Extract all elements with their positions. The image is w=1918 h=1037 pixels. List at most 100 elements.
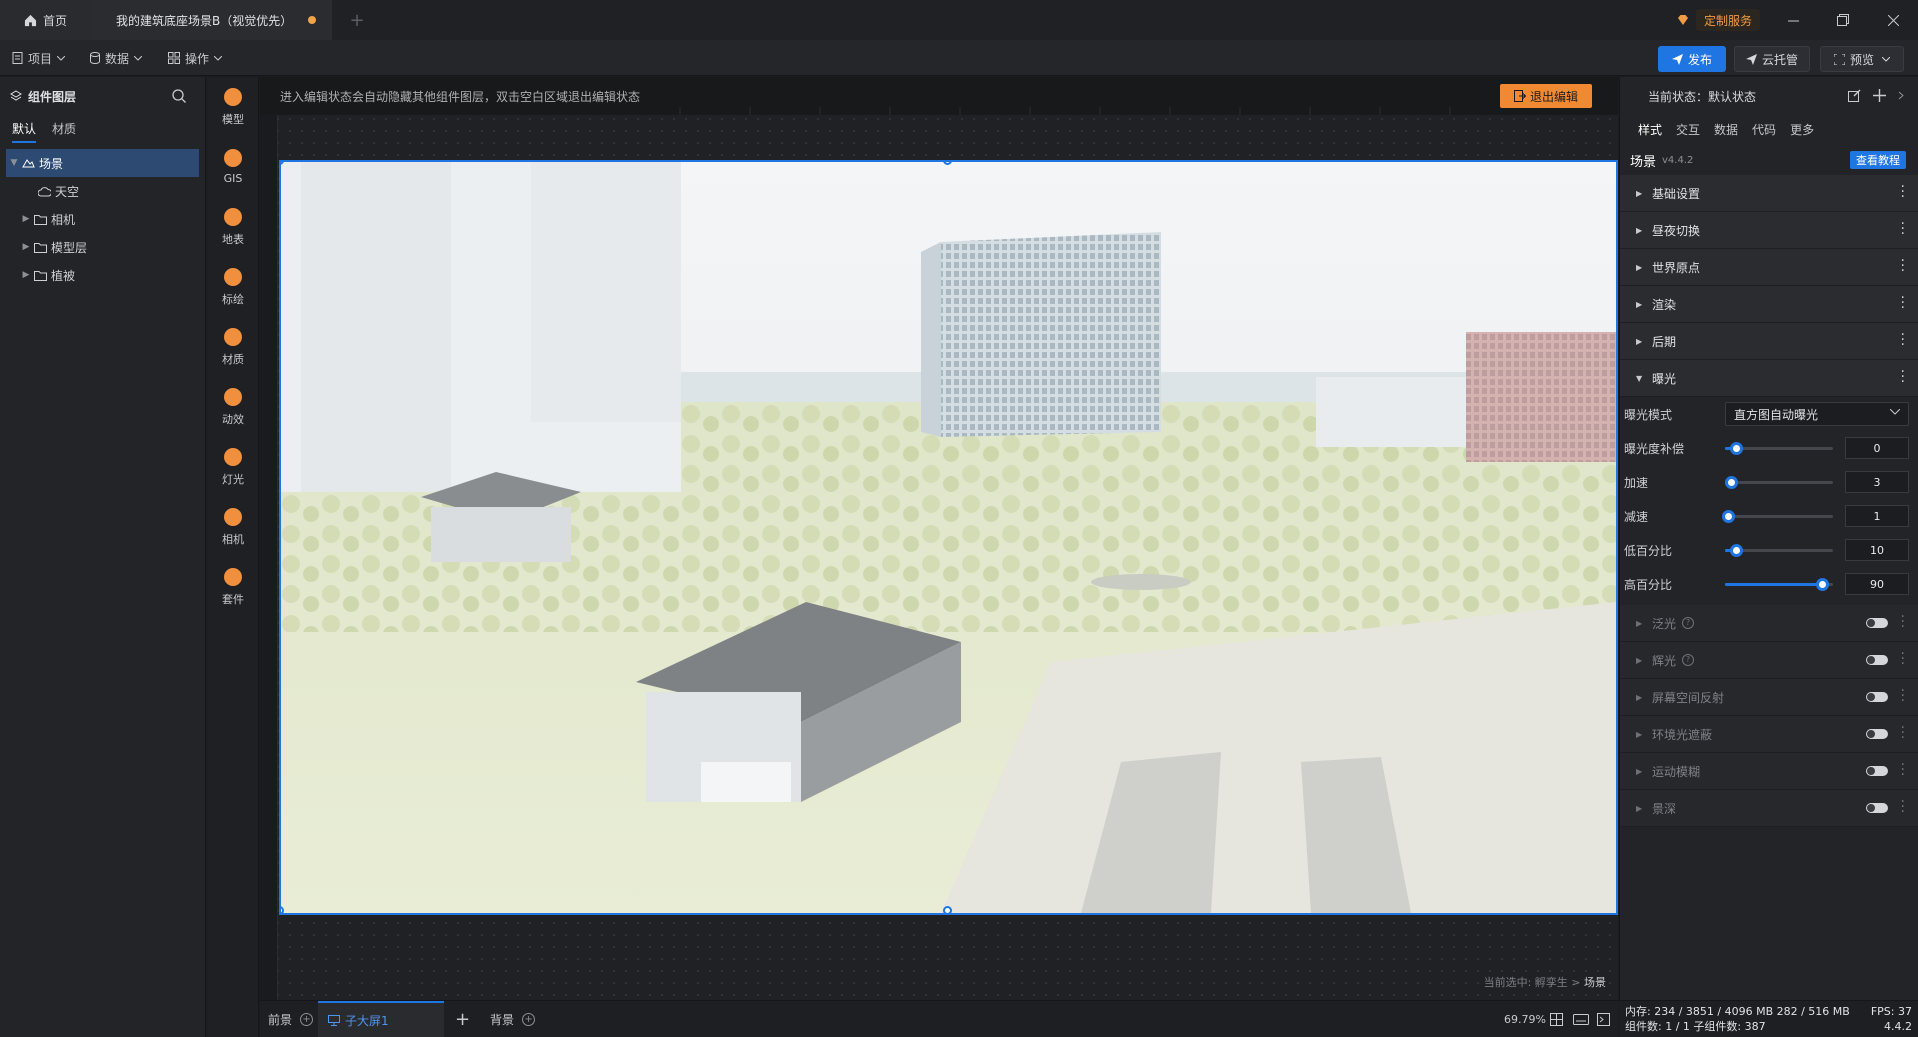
tab-interaction[interactable]: 交互 xyxy=(1676,115,1700,145)
exit-edit-button[interactable]: 退出编辑 xyxy=(1500,84,1592,108)
search-icon[interactable] xyxy=(172,89,186,103)
slider-knob[interactable] xyxy=(1722,510,1736,523)
component-terrain[interactable]: 地表 xyxy=(207,197,259,257)
slider-knob[interactable] xyxy=(1725,476,1739,489)
section-exposure[interactable]: ▼ 曝光 · · · xyxy=(1620,360,1918,397)
section-disabled[interactable]: ▶ 泛光? · · · xyxy=(1620,605,1918,642)
minimize-button[interactable] xyxy=(1770,0,1816,40)
section-post-process[interactable]: ▶ 后期 · · · xyxy=(1620,323,1918,360)
slider-knob[interactable] xyxy=(1816,578,1830,591)
more-vertical-icon[interactable]: · · · xyxy=(1901,217,1906,241)
section-day-night[interactable]: ▶ 昼夜切换 · · · xyxy=(1620,212,1918,249)
section-toggle[interactable] xyxy=(1866,803,1888,813)
more-vertical-icon[interactable]: · · · xyxy=(1901,254,1906,278)
component-effect[interactable]: 动效 xyxy=(207,377,259,437)
component-camera[interactable]: 相机 xyxy=(207,497,259,557)
tab-foreground[interactable]: 前景 + xyxy=(268,1001,314,1037)
more-vertical-icon[interactable]: · · · xyxy=(1901,684,1906,708)
tree-item-camera[interactable]: ▶ 相机 xyxy=(0,205,205,233)
expand-arrow-icon[interactable]: ▶ xyxy=(18,242,34,252)
component-kit[interactable]: 套件 xyxy=(207,557,259,617)
restore-button[interactable] xyxy=(1820,0,1866,40)
menu-operation[interactable]: 操作 xyxy=(168,48,227,68)
more-vertical-icon[interactable]: · · · xyxy=(1901,180,1906,204)
slider-knob[interactable] xyxy=(1729,442,1743,455)
tab-data[interactable]: 数据 xyxy=(1714,115,1738,145)
section-render[interactable]: ▶ 渲染 · · · xyxy=(1620,286,1918,323)
slider-track[interactable] xyxy=(1722,510,1833,523)
expand-arrow-icon[interactable]: ▶ xyxy=(18,270,34,280)
terminal-icon[interactable] xyxy=(1597,1013,1610,1026)
section-toggle[interactable] xyxy=(1866,618,1888,628)
tree-item-sky[interactable]: 天空 xyxy=(0,177,205,205)
chevron-right-icon[interactable] xyxy=(1898,89,1904,102)
tab-material[interactable]: 材质 xyxy=(52,115,76,143)
keyboard-icon[interactable] xyxy=(1573,1014,1589,1025)
tab-main-screen[interactable]: 子大屏1 xyxy=(318,1001,444,1037)
tree-item-vegetation[interactable]: ▶ 植被 xyxy=(0,261,205,289)
scene-viewport[interactable] xyxy=(279,160,1618,915)
tab-home[interactable]: 首页 xyxy=(0,0,92,40)
more-vertical-icon[interactable]: · · · xyxy=(1901,328,1906,352)
tab-style[interactable]: 样式 xyxy=(1638,115,1662,145)
slider-value-input[interactable]: 3 xyxy=(1845,471,1909,493)
tab-code[interactable]: 代码 xyxy=(1752,115,1776,145)
edit-icon[interactable] xyxy=(1848,89,1861,102)
component-marker[interactable]: 标绘 xyxy=(207,257,259,317)
slider-track[interactable] xyxy=(1725,578,1833,591)
menu-project[interactable]: 项目 xyxy=(12,48,70,68)
fit-screen-icon[interactable] xyxy=(1550,1013,1563,1026)
section-toggle[interactable] xyxy=(1866,729,1888,739)
add-foreground-icon[interactable]: + xyxy=(300,1013,314,1026)
add-background-icon[interactable]: + xyxy=(522,1013,536,1026)
component-light[interactable]: 灯光 xyxy=(207,437,259,497)
section-toggle[interactable] xyxy=(1866,655,1888,665)
add-icon[interactable] xyxy=(1873,89,1886,102)
tab-more[interactable]: 更多 xyxy=(1790,115,1814,145)
close-button[interactable] xyxy=(1870,0,1916,40)
section-toggle[interactable] xyxy=(1866,766,1888,776)
publish-button[interactable]: 发布 xyxy=(1658,46,1726,72)
tree-item-model-layer[interactable]: ▶ 模型层 xyxy=(0,233,205,261)
menu-data[interactable]: 数据 xyxy=(90,48,147,68)
zoom-level[interactable]: 69.79% xyxy=(1504,1013,1546,1026)
add-screen-button[interactable]: + xyxy=(455,1001,470,1037)
add-tab-button[interactable]: + xyxy=(342,0,372,40)
resize-handle-bl[interactable] xyxy=(281,906,284,913)
help-icon[interactable]: ? xyxy=(1682,617,1695,629)
tab-background[interactable]: 背景 + xyxy=(490,1001,536,1037)
custom-service-button[interactable]: 定制服务 xyxy=(1676,8,1761,32)
more-vertical-icon[interactable]: · · · xyxy=(1901,291,1906,315)
slider-value-input[interactable]: 10 xyxy=(1845,539,1909,561)
more-vertical-icon[interactable]: · · · xyxy=(1901,610,1906,634)
section-disabled[interactable]: ▶ 运动模糊 · · · xyxy=(1620,753,1918,790)
section-world-origin[interactable]: ▶ 世界原点 · · · xyxy=(1620,249,1918,286)
component-material[interactable]: 材质 xyxy=(207,317,259,377)
tab-document[interactable]: 我的建筑底座场景B（视觉优先） xyxy=(92,0,332,40)
more-vertical-icon[interactable]: · · · xyxy=(1901,721,1906,745)
slider-value-input[interactable]: 0 xyxy=(1845,437,1909,459)
resize-handle-bottom[interactable] xyxy=(943,906,952,913)
more-vertical-icon[interactable]: · · · xyxy=(1901,795,1906,819)
view-tutorial-button[interactable]: 查看教程 xyxy=(1850,151,1906,169)
component-model[interactable]: 模型 xyxy=(207,77,259,137)
more-vertical-icon[interactable]: · · · xyxy=(1901,365,1906,389)
exposure-mode-select[interactable]: 直方图自动曝光 xyxy=(1725,402,1909,426)
section-disabled[interactable]: ▶ 辉光? · · · xyxy=(1620,642,1918,679)
more-vertical-icon[interactable]: · · · xyxy=(1901,758,1906,782)
help-icon[interactable]: ? xyxy=(1682,654,1695,666)
section-basic-settings[interactable]: ▶ 基础设置 · · · xyxy=(1620,175,1918,212)
section-disabled[interactable]: ▶ 环境光遮蔽 · · · xyxy=(1620,716,1918,753)
tree-item-scene[interactable]: ▼ 场景 xyxy=(6,149,199,177)
tab-default[interactable]: 默认 xyxy=(12,115,37,143)
collapse-arrow-icon[interactable]: ▼ xyxy=(6,158,22,168)
cloud-hosting-button[interactable]: 云托管 xyxy=(1734,46,1810,72)
expand-arrow-icon[interactable]: ▶ xyxy=(18,214,34,224)
slider-knob[interactable] xyxy=(1729,544,1743,557)
preview-button[interactable]: 预览 xyxy=(1820,46,1904,72)
section-disabled[interactable]: ▶ 屏幕空间反射 · · · xyxy=(1620,679,1918,716)
slider-value-input[interactable]: 1 xyxy=(1845,505,1909,527)
slider-track[interactable] xyxy=(1725,544,1833,557)
more-vertical-icon[interactable]: · · · xyxy=(1901,647,1906,671)
slider-track[interactable] xyxy=(1725,476,1833,489)
